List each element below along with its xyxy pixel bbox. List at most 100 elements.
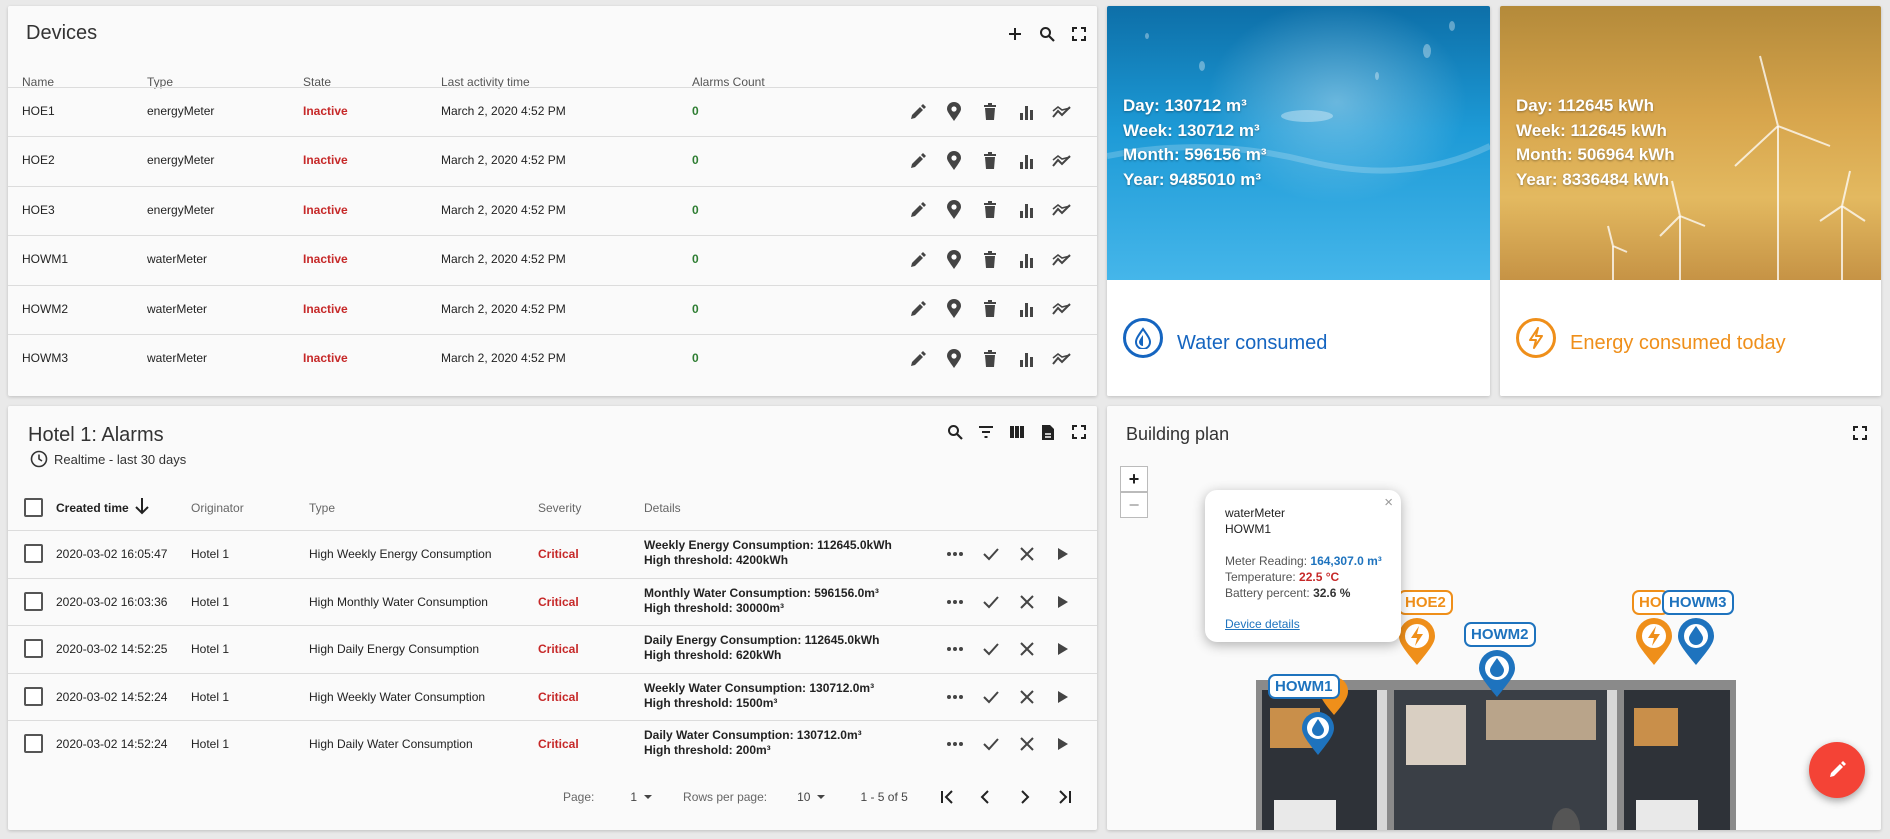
hoe2-marker[interactable] <box>1398 618 1436 666</box>
trend-chart-icon[interactable] <box>1050 100 1073 123</box>
export-icon[interactable] <box>1038 422 1058 442</box>
clear-icon[interactable] <box>1016 733 1038 755</box>
row-checkbox[interactable] <box>24 544 43 563</box>
location-pin-icon[interactable] <box>942 298 965 321</box>
delete-icon[interactable] <box>978 347 1001 370</box>
bar-chart-icon[interactable] <box>1014 100 1037 123</box>
table-row[interactable]: HOWM3 waterMeter Inactive March 2, 2020 4:5… <box>8 334 1097 381</box>
table-row[interactable]: HOE1 energyMeter Inactive March 2, 2020 4:5… <box>8 87 1097 134</box>
row-checkbox[interactable] <box>24 591 43 611</box>
delete-icon[interactable] <box>978 248 1001 271</box>
table-row[interactable]: 2020-03-02 16:03:36 Hotel 1 High Monthly W… <box>8 577 1097 625</box>
edit-icon[interactable] <box>906 149 929 172</box>
marker-label[interactable]: HOE2 <box>1398 590 1453 615</box>
delete-icon[interactable] <box>978 298 1001 321</box>
column-header[interactable]: Details <box>644 501 681 515</box>
fullscreen-icon[interactable] <box>1069 422 1089 442</box>
clear-icon[interactable] <box>1016 591 1038 613</box>
map[interactable]: HOWM1 HOE2 HOWM2 HO HOWM3 + − × waterMet… <box>1107 446 1881 830</box>
more-icon[interactable] <box>944 686 966 708</box>
rows-per-page-select[interactable]: 10 <box>797 790 826 804</box>
location-pin-icon[interactable] <box>942 100 965 123</box>
page-select[interactable]: 1 <box>630 790 653 804</box>
acknowledge-icon[interactable] <box>980 686 1002 708</box>
more-icon[interactable] <box>944 733 966 755</box>
hoe3-marker[interactable] <box>1635 618 1673 666</box>
delete-icon[interactable] <box>978 100 1001 123</box>
marker-label[interactable]: HOWM2 <box>1464 622 1536 647</box>
zoom-in-button[interactable]: + <box>1120 466 1148 492</box>
table-row[interactable]: HOWM1 waterMeter Inactive March 2, 2020 4:5… <box>8 235 1097 282</box>
acknowledge-icon[interactable] <box>980 733 1002 755</box>
trend-chart-icon[interactable] <box>1050 347 1073 370</box>
trend-chart-icon[interactable] <box>1050 248 1073 271</box>
zoom-out-button[interactable]: − <box>1120 492 1148 518</box>
trend-chart-icon[interactable] <box>1050 199 1073 222</box>
clear-icon[interactable] <box>1016 543 1038 565</box>
table-row[interactable]: 2020-03-02 14:52:25 Hotel 1 High Daily Ene… <box>8 625 1097 672</box>
fullscreen-icon[interactable] <box>1069 24 1089 44</box>
details-arrow-icon[interactable] <box>1052 733 1074 755</box>
marker-label[interactable]: HOWM1 <box>1268 674 1340 699</box>
more-icon[interactable] <box>944 591 966 613</box>
bar-chart-icon[interactable] <box>1014 298 1037 321</box>
marker-label[interactable]: HOWM3 <box>1662 590 1734 615</box>
table-row[interactable]: 2020-03-02 16:05:47 Hotel 1 High Weekly En… <box>8 530 1097 577</box>
edit-icon[interactable] <box>906 298 929 321</box>
next-page-icon[interactable] <box>1020 790 1030 804</box>
bar-chart-icon[interactable] <box>1014 347 1037 370</box>
last-page-icon[interactable] <box>1058 790 1072 804</box>
row-checkbox[interactable] <box>24 734 43 753</box>
trend-chart-icon[interactable] <box>1050 298 1073 321</box>
select-all-checkbox[interactable] <box>24 498 43 517</box>
howm3-marker[interactable] <box>1677 618 1715 666</box>
delete-icon[interactable] <box>978 149 1001 172</box>
prev-page-icon[interactable] <box>980 790 990 804</box>
search-icon[interactable] <box>1037 24 1057 44</box>
edit-icon[interactable] <box>906 100 929 123</box>
bar-chart-icon[interactable] <box>1014 199 1037 222</box>
columns-icon[interactable] <box>1007 422 1027 442</box>
details-arrow-icon[interactable] <box>1052 543 1074 565</box>
filter-icon[interactable] <box>976 422 996 442</box>
location-pin-icon[interactable] <box>942 347 965 370</box>
table-row[interactable]: HOE3 energyMeter Inactive March 2, 2020 4:5… <box>8 185 1097 233</box>
more-icon[interactable] <box>944 543 966 565</box>
howm1-marker[interactable] <box>1301 712 1335 756</box>
trend-chart-icon[interactable] <box>1050 149 1073 172</box>
clear-icon[interactable] <box>1016 638 1038 660</box>
search-icon[interactable] <box>945 422 965 442</box>
sort-arrow-down-icon[interactable] <box>134 497 150 515</box>
table-row[interactable]: HOWM2 waterMeter Inactive March 2, 2020 4:5… <box>8 284 1097 332</box>
alarms-timewindow[interactable]: Realtime - last 30 days <box>54 452 186 467</box>
row-checkbox[interactable] <box>24 686 43 706</box>
edit-icon[interactable] <box>906 248 929 271</box>
delete-icon[interactable] <box>978 199 1001 222</box>
location-pin-icon[interactable] <box>942 149 965 172</box>
table-row[interactable]: 2020-03-02 14:52:24 Hotel 1 High Weekly Wa… <box>8 672 1097 720</box>
row-checkbox[interactable] <box>24 639 43 658</box>
clear-icon[interactable] <box>1016 686 1038 708</box>
more-icon[interactable] <box>944 638 966 660</box>
acknowledge-icon[interactable] <box>980 591 1002 613</box>
edit-fab-button[interactable] <box>1809 742 1865 798</box>
acknowledge-icon[interactable] <box>980 543 1002 565</box>
column-header[interactable]: Type <box>309 501 335 515</box>
edit-icon[interactable] <box>906 347 929 370</box>
device-details-link[interactable]: Device details <box>1225 616 1382 632</box>
column-header[interactable]: Severity <box>538 501 581 515</box>
bar-chart-icon[interactable] <box>1014 149 1037 172</box>
column-header[interactable]: Created time <box>56 501 129 515</box>
details-arrow-icon[interactable] <box>1052 638 1074 660</box>
close-icon[interactable]: × <box>1384 494 1393 511</box>
fullscreen-icon[interactable] <box>1853 426 1867 440</box>
howm2-marker[interactable] <box>1478 650 1516 698</box>
location-pin-icon[interactable] <box>942 199 965 222</box>
details-arrow-icon[interactable] <box>1052 591 1074 613</box>
table-row[interactable]: 2020-03-02 14:52:24 Hotel 1 High Daily Wat… <box>8 720 1097 767</box>
table-row[interactable]: HOE2 energyMeter Inactive March 2, 2020 4:5… <box>8 136 1097 183</box>
first-page-icon[interactable] <box>940 790 954 804</box>
column-header[interactable]: Originator <box>191 501 244 515</box>
details-arrow-icon[interactable] <box>1052 686 1074 708</box>
bar-chart-icon[interactable] <box>1014 248 1037 271</box>
